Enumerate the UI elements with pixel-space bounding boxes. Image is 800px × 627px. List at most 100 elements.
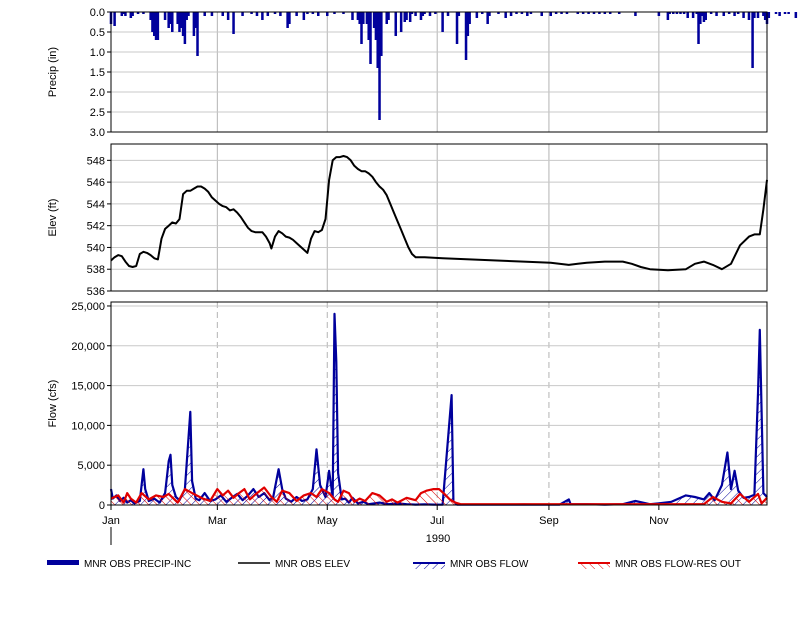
precip-bar	[657, 12, 661, 16]
precip-bar	[399, 12, 403, 32]
precip-bar	[733, 12, 736, 16]
legend-label: MNR OBS FLOW	[450, 559, 529, 570]
flow-panel: 0 5,000 10,000 15,000 20,000 25,000 Flow (cfs)	[47, 301, 768, 512]
legend-item: MNR OBS ELEV	[238, 559, 350, 570]
y-tick-label: 3.0	[90, 127, 105, 139]
precip-bar	[526, 12, 529, 16]
precip-bar	[475, 12, 479, 18]
precip-bar	[266, 12, 270, 16]
precip-bar	[634, 12, 637, 16]
precip-bar	[446, 12, 450, 16]
x-tick-label: Nov	[649, 515, 669, 527]
y-tick-label: 5,000	[77, 460, 105, 472]
x-tick-label: Mar	[208, 515, 227, 527]
precip-bar	[288, 12, 291, 24]
legend-swatch	[47, 560, 79, 565]
precip-bar	[686, 12, 689, 18]
series-line	[109, 312, 768, 506]
y-tick-label: 536	[87, 286, 105, 298]
y-tick-label: 15,000	[71, 381, 105, 393]
precip-bar	[351, 12, 354, 20]
legend-item: MNR OBS FLOW-RES OUT	[578, 559, 741, 570]
series-mnr-obs-elev	[110, 155, 768, 272]
precip-bar	[787, 12, 790, 14]
precip-bar	[232, 12, 235, 34]
y-tick-label: 1.5	[90, 67, 105, 79]
legend-item: MNR OBS PRECIP-INC	[47, 559, 191, 570]
legend-label: MNR OBS ELEV	[275, 559, 350, 570]
precip-bar	[704, 12, 707, 20]
precip-bar	[156, 12, 160, 40]
precip-bar	[295, 12, 298, 16]
precip-bar	[691, 12, 695, 18]
y-tick-label: 538	[87, 264, 105, 276]
precip-bar	[226, 12, 230, 20]
precip-bar	[441, 12, 444, 32]
legend: MNR OBS PRECIP-INC MNR OBS ELEV MNR OBS FL…	[47, 559, 741, 570]
precip-bar	[753, 12, 756, 18]
precip-bar	[783, 12, 787, 14]
y-tick-label: 20,000	[71, 341, 105, 353]
precip-bar	[387, 12, 390, 20]
y-axis-title: Elev (ft)	[47, 199, 59, 237]
precip-bar	[742, 12, 745, 18]
precip-bar	[457, 12, 461, 16]
y-tick-label: 0.5	[90, 27, 105, 39]
precip-bar	[241, 12, 244, 16]
precip-bar	[369, 12, 372, 64]
y-tick-label: 540	[87, 242, 105, 254]
x-tick-label: Sep	[539, 515, 559, 527]
y-tick-label: 0	[99, 500, 105, 512]
y-tick-label: 2.5	[90, 107, 105, 119]
precip-bar	[428, 12, 432, 16]
y-tick-label: 25,000	[71, 301, 105, 313]
elevation-panel: 536 538 540 542 544 546 548 Elev (ft)	[47, 143, 768, 298]
y-tick-label: 542	[87, 221, 105, 233]
precip-bar	[326, 12, 329, 16]
x-tick-label: May	[317, 515, 338, 527]
precip-bar	[221, 12, 224, 16]
y-tick-label: 2.0	[90, 87, 105, 99]
precip-bar	[261, 12, 264, 20]
precip-bar	[715, 12, 718, 16]
precip-bar	[203, 12, 206, 16]
y-tick-label: 544	[87, 199, 105, 211]
precip-bar	[380, 12, 383, 56]
precip-bar	[488, 12, 491, 16]
y-tick-label: 10,000	[71, 420, 105, 432]
precip-bar	[747, 12, 751, 20]
precip-bar	[210, 12, 214, 16]
x-tick-label: Jan	[102, 515, 120, 527]
precip-bar	[549, 12, 552, 16]
x-axis: Jan Mar May Jul Sep Nov 1990	[102, 505, 669, 545]
precip-bar	[362, 12, 365, 24]
precip-bar	[778, 12, 781, 16]
hydrograph-figure: 0.00.51.01.52.02.53.0Precip (in) 5365385…	[47, 7, 800, 570]
precip-bar	[302, 12, 306, 20]
series-line	[110, 155, 768, 272]
precip-bar	[455, 12, 459, 44]
precip-bar	[255, 12, 259, 16]
precip-bar	[113, 12, 116, 26]
y-tick-label: 546	[87, 177, 105, 189]
x-tick-label: Jul	[430, 515, 444, 527]
precip-bar	[767, 12, 771, 18]
x-group-label: 1990	[426, 533, 450, 545]
y-axis-title: Precip (in)	[47, 47, 59, 97]
precip-bar	[394, 12, 398, 36]
precip-bar	[316, 12, 320, 16]
y-tick-label: 1.0	[90, 47, 105, 59]
precip-bar	[751, 12, 754, 68]
precip-bar	[722, 12, 726, 16]
series-mnr-obs-flow	[109, 312, 768, 506]
legend-item: MNR OBS FLOW	[413, 559, 529, 570]
precip-bar	[774, 12, 778, 14]
precip-bar	[794, 12, 798, 18]
series-mnr-obs-precip-inc	[109, 12, 800, 120]
y-axis-title: Flow (cfs)	[47, 380, 59, 428]
precip-bar	[540, 12, 543, 16]
precip-bar	[279, 12, 282, 16]
precip-bar	[196, 12, 199, 56]
precip-bar	[504, 12, 507, 18]
precip-bar	[163, 12, 167, 20]
